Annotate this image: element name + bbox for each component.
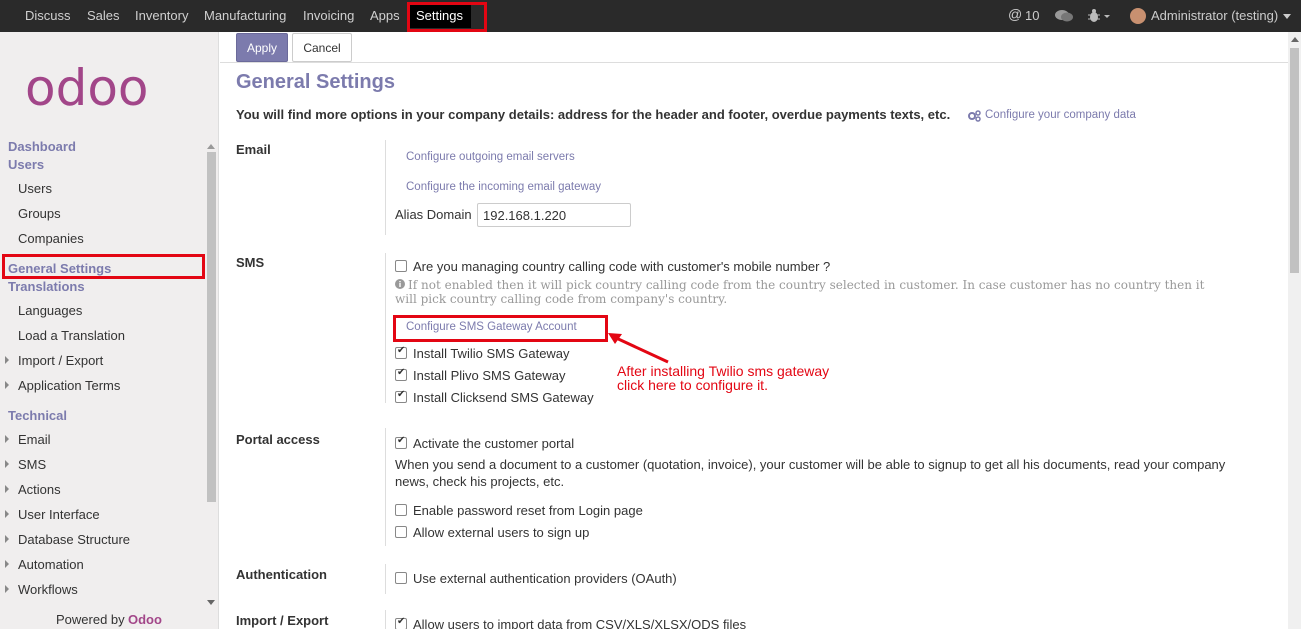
incoming-email-link[interactable]: Configure the incoming email gateway <box>406 181 601 193</box>
twilio-label: Install Twilio SMS Gateway <box>413 346 570 361</box>
import-csv-label: Allow users to import data from CSV/XLS/… <box>413 617 747 629</box>
menu-sales[interactable]: Sales <box>87 8 120 23</box>
sidebar-dashboard[interactable]: Dashboard <box>8 139 76 154</box>
sidebar-head-technical[interactable]: Technical <box>8 408 67 423</box>
clicksend-checkbox[interactable] <box>395 389 407 403</box>
company-intro-text: You will find more options in your compa… <box>236 107 951 122</box>
sidebar-item-companies[interactable]: Companies <box>18 231 84 246</box>
alias-domain-input[interactable] <box>477 203 631 227</box>
oauth-label: Use external authentication providers (O… <box>413 571 677 586</box>
menu-invoicing[interactable]: Invoicing <box>303 8 354 23</box>
password-reset-checkbox[interactable] <box>395 504 407 516</box>
section-divider <box>385 564 386 594</box>
menu-manufacturing[interactable]: Manufacturing <box>204 8 286 23</box>
section-divider <box>385 610 386 629</box>
powered-by-label: Powered by <box>56 612 125 627</box>
main-scrollbar-thumb[interactable] <box>1290 48 1299 273</box>
chat-icon[interactable] <box>1055 9 1073 23</box>
annotation-text-line2: click here to configure it. <box>617 377 768 393</box>
top-navbar: Discuss Sales Inventory Manufacturing In… <box>0 0 1301 32</box>
configure-company-link[interactable]: Configure your company data <box>985 109 1136 121</box>
caret-right-icon <box>5 510 9 518</box>
mentions-count[interactable]: 10 <box>1025 8 1039 23</box>
powered-by-footer: Powered by Odoo <box>0 608 205 629</box>
menu-settings[interactable]: Settings <box>416 8 463 23</box>
avatar[interactable] <box>1130 8 1146 24</box>
plivo-checkbox[interactable] <box>395 367 407 381</box>
annotation-text-line1: After installing Twilio sms gateway <box>617 363 830 379</box>
activate-portal-checkbox[interactable] <box>395 435 407 449</box>
section-divider <box>385 428 386 546</box>
caret-right-icon <box>5 560 9 568</box>
gears-icon <box>968 110 981 122</box>
sidebar: odoo Dashboard Users Users Groups Compan… <box>0 32 219 629</box>
sidebar-head-translations[interactable]: Translations <box>8 279 85 294</box>
caret-right-icon <box>5 535 9 543</box>
external-signup-checkbox[interactable] <box>395 526 407 538</box>
sidebar-item-load-translation[interactable]: Load a Translation <box>18 328 125 343</box>
debug-bug-icon[interactable] <box>1088 8 1112 24</box>
section-authentication-title: Authentication <box>236 567 327 582</box>
section-sms-title: SMS <box>236 255 265 270</box>
sidebar-item-import-export[interactable]: Import / Export <box>18 353 103 368</box>
scroll-up-icon[interactable] <box>1291 37 1299 42</box>
odoo-logo[interactable]: odoo <box>23 65 195 113</box>
portal-description: When you send a document to a customer (… <box>395 457 1226 489</box>
apply-button[interactable]: Apply <box>236 33 288 62</box>
menu-inventory[interactable]: Inventory <box>135 8 188 23</box>
outgoing-email-link[interactable]: Configure outgoing email servers <box>406 151 575 163</box>
page-title: General Settings <box>236 71 395 93</box>
oauth-checkbox[interactable] <box>395 572 407 584</box>
user-menu[interactable]: Administrator (testing) <box>1151 8 1278 23</box>
configure-sms-gateway-link[interactable]: Configure SMS Gateway Account <box>406 321 577 333</box>
toolbar-divider <box>220 62 1288 63</box>
mention-icon[interactable]: @ <box>1008 6 1022 22</box>
twilio-checkbox[interactable] <box>395 345 407 359</box>
activate-portal-label: Activate the customer portal <box>413 436 575 451</box>
powered-by-brand[interactable]: Odoo <box>128 612 162 627</box>
import-csv-checkbox[interactable] <box>395 616 407 629</box>
svg-text:odoo: odoo <box>25 65 149 113</box>
sidebar-item-database-structure[interactable]: Database Structure <box>18 532 130 547</box>
caret-right-icon <box>5 460 9 468</box>
country-code-help: If not enabled then it will pick country… <box>395 278 1205 306</box>
sidebar-item-sms[interactable]: SMS <box>18 457 46 472</box>
plivo-label: Install Plivo SMS Gateway <box>413 368 566 383</box>
sidebar-item-users[interactable]: Users <box>18 181 52 196</box>
section-email-title: Email <box>236 142 271 157</box>
section-portal-title: Portal access <box>236 432 320 447</box>
sidebar-item-user-interface[interactable]: User Interface <box>18 507 100 522</box>
sidebar-item-application-terms[interactable]: Application Terms <box>18 378 120 393</box>
caret-right-icon <box>5 485 9 493</box>
caret-right-icon <box>5 381 9 389</box>
section-import-export-title: Import / Export <box>236 613 329 628</box>
scroll-up-icon[interactable] <box>207 144 215 149</box>
clicksend-label: Install Clicksend SMS Gateway <box>413 390 594 405</box>
country-code-label: Are you managing country calling code wi… <box>413 259 831 274</box>
external-signup-label: Allow external users to sign up <box>413 525 590 540</box>
sidebar-item-automation[interactable]: Automation <box>18 557 84 572</box>
caret-right-icon <box>5 435 9 443</box>
menu-discuss[interactable]: Discuss <box>25 8 71 23</box>
country-code-checkbox[interactable] <box>395 260 407 272</box>
alias-domain-label: Alias Domain <box>395 207 472 222</box>
sidebar-item-general-settings[interactable]: General Settings <box>8 261 111 276</box>
sidebar-item-languages[interactable]: Languages <box>18 303 82 318</box>
menu-apps[interactable]: Apps <box>370 8 400 23</box>
caret-right-icon <box>5 585 9 593</box>
sidebar-item-email[interactable]: Email <box>18 432 51 447</box>
sidebar-item-workflows[interactable]: Workflows <box>18 582 78 597</box>
sidebar-item-groups[interactable]: Groups <box>18 206 61 221</box>
caret-right-icon <box>5 356 9 364</box>
sidebar-head-users[interactable]: Users <box>8 157 44 172</box>
password-reset-label: Enable password reset from Login page <box>413 503 643 518</box>
section-divider <box>385 140 386 235</box>
scroll-down-icon[interactable] <box>207 600 215 605</box>
section-divider <box>385 253 386 403</box>
sidebar-item-actions[interactable]: Actions <box>18 482 61 497</box>
user-caret-icon <box>1283 14 1291 19</box>
cancel-button[interactable]: Cancel <box>292 33 352 62</box>
settings-form: General Settings You will find more opti… <box>220 62 1288 629</box>
sidebar-scrollbar-thumb[interactable] <box>207 152 216 502</box>
